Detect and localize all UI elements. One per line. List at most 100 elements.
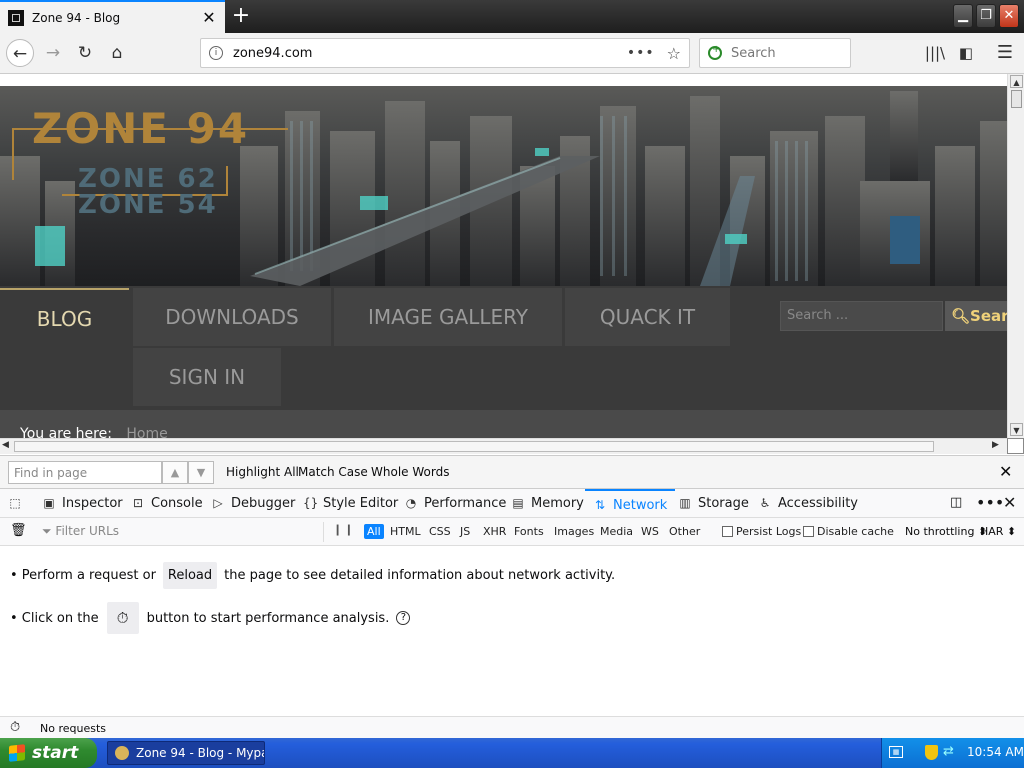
site-info-icon[interactable]: i (209, 46, 223, 60)
persist-logs-checkbox[interactable]: Persist Logs (722, 525, 801, 538)
checkbox-icon (803, 526, 814, 537)
site-navigation-menu: BLOG DOWNLOADS IMAGE GALLERY QUACK IT SI… (0, 286, 1007, 410)
filter-type-js[interactable]: JS (457, 524, 473, 539)
site-search-button[interactable]: 🔍︎Search (945, 301, 1007, 331)
whole-words-toggle[interactable]: Whole Words (371, 465, 449, 479)
site-search-input[interactable]: Search ... (780, 301, 943, 331)
magnifier-icon: 🔍︎ (951, 307, 971, 325)
nav-item-sign-in[interactable]: SIGN IN (133, 348, 281, 406)
scroll-right-arrow-icon[interactable]: ▶ (992, 440, 999, 450)
filter-type-media[interactable]: Media (597, 524, 636, 539)
site-logo-subtitle-2: ZONE 54 (78, 190, 218, 220)
filter-type-ws[interactable]: WS (638, 524, 662, 539)
inspector-icon: ▣ (43, 496, 55, 510)
close-find-bar-icon[interactable]: ✕ (999, 462, 1012, 481)
nav-item-downloads[interactable]: DOWNLOADS (133, 288, 331, 346)
library-icon[interactable]: |||\ (921, 39, 949, 67)
find-input[interactable]: Find in page (8, 461, 162, 484)
stopwatch-icon[interactable]: ⏱︎ (10, 720, 20, 735)
address-bar[interactable]: i zone94.com ••• ☆ (200, 38, 690, 68)
har-menu[interactable]: HAR ⬍ (980, 525, 1016, 538)
filter-type-css[interactable]: CSS (426, 524, 454, 539)
horizontal-scroll-thumb[interactable] (14, 441, 934, 452)
browser-tab-strip: Zone 94 - Blog ✕ + ▁ ❐ ✕ (0, 0, 1024, 33)
bookmark-star-icon[interactable]: ☆ (667, 44, 681, 63)
filter-type-xhr[interactable]: XHR (480, 524, 509, 539)
tab-performance-label: Performance (424, 496, 507, 511)
url-text[interactable]: zone94.com (233, 46, 627, 61)
tab-debugger[interactable]: ▷ Debugger (211, 489, 295, 518)
highlight-all-toggle[interactable]: Highlight All (226, 465, 299, 479)
tab-style-editor[interactable]: {} Style Editor (303, 489, 398, 518)
more-options-icon[interactable]: ••• (976, 489, 1004, 518)
browser-search-box[interactable]: Search (699, 38, 851, 68)
filter-type-fonts[interactable]: Fonts (511, 524, 547, 539)
page-actions-icon[interactable]: ••• (627, 45, 655, 61)
breadcrumb-home-link[interactable]: Home (126, 426, 167, 438)
forward-button[interactable]: → (39, 39, 67, 67)
filter-type-all[interactable]: All (364, 524, 384, 539)
element-picker-icon[interactable]: ⬚ (8, 489, 28, 518)
throttling-select[interactable]: No throttling ⬍ (905, 525, 987, 538)
find-next-button[interactable]: ▼ (188, 461, 214, 484)
taskbar-window-item[interactable]: Zone 94 - Blog - Mypal (107, 741, 265, 765)
scroll-down-arrow-icon[interactable]: ▼ (1010, 423, 1023, 436)
tab-zone94-blog[interactable]: Zone 94 - Blog ✕ (0, 0, 225, 33)
close-devtools-icon[interactable]: ✕ (1003, 489, 1016, 518)
clock[interactable]: 10:54 AM (967, 745, 1024, 759)
site-logo-title[interactable]: ZONE 94 (32, 104, 249, 153)
close-window-button[interactable]: ✕ (999, 4, 1019, 28)
back-button[interactable]: ← (6, 39, 34, 67)
performance-gauge-icon: ◔ (405, 496, 417, 510)
filter-type-html[interactable]: HTML (387, 524, 424, 539)
disable-cache-label: Disable cache (817, 525, 894, 538)
find-previous-button[interactable]: ▲ (162, 461, 188, 484)
nav-item-image-gallery[interactable]: IMAGE GALLERY (334, 288, 562, 346)
dock-toggle-icon[interactable]: ◫ (950, 489, 962, 518)
help-icon[interactable]: ? (396, 611, 411, 625)
scroll-up-arrow-icon[interactable]: ▲ (1010, 75, 1023, 88)
restore-window-button[interactable]: ❐ (976, 4, 996, 28)
vertical-scrollbar[interactable]: ▲ ▼ (1007, 74, 1024, 438)
pause-recording-icon[interactable]: ❙❙ (333, 523, 355, 536)
page-viewport: ZONE 94 ZONE 62 ZONE 54 BLOG DOWNLOADS I… (0, 74, 1024, 438)
filter-type-images[interactable]: Images (551, 524, 597, 539)
reload-button[interactable]: ↻ (71, 39, 99, 67)
security-shield-icon[interactable] (925, 745, 938, 760)
start-button[interactable]: start (0, 738, 97, 768)
home-button[interactable]: ⌂ (103, 39, 131, 67)
vertical-scroll-thumb[interactable] (1011, 90, 1022, 108)
close-tab-icon[interactable]: ✕ (201, 8, 217, 27)
scroll-left-arrow-icon[interactable]: ◀ (2, 440, 9, 450)
nav-item-quack-it[interactable]: QUACK IT (565, 288, 730, 346)
tab-performance[interactable]: ◔ Performance (404, 489, 507, 518)
match-case-toggle[interactable]: Match Case (298, 465, 368, 479)
reload-page-button[interactable]: Reload (162, 562, 218, 589)
tab-title: Zone 94 - Blog (32, 10, 121, 25)
filter-urls-input[interactable]: ⏷ Filter URLs (34, 522, 324, 542)
network-connection-icon[interactable]: ⇄ (943, 744, 954, 759)
tab-console[interactable]: ⊡ Console (131, 489, 203, 518)
site-favicon-icon (8, 9, 24, 26)
sidebar-toggle-icon[interactable]: ◧ (952, 39, 980, 67)
tab-inspector[interactable]: ▣ Inspector (42, 489, 122, 518)
tab-accessibility[interactable]: ♿︎ Accessibility (758, 489, 858, 518)
accessibility-icon: ♿︎ (759, 496, 771, 510)
tab-storage[interactable]: ▥ Storage (678, 489, 749, 518)
horizontal-scrollbar[interactable]: ◀ ▶ (0, 438, 1007, 454)
disable-cache-checkbox[interactable]: Disable cache (803, 525, 894, 538)
stopwatch-icon[interactable]: ⏱︎ (106, 602, 139, 634)
tab-network[interactable]: ⇅ Network (585, 489, 676, 518)
nav-item-blog[interactable]: BLOG (0, 288, 129, 346)
clear-requests-trash-icon[interactable]: 🗑︎ (10, 523, 27, 538)
hamburger-menu-icon[interactable]: ☰ (991, 39, 1019, 67)
network-toolbar: 🗑︎ ⏷ Filter URLs ❙❙ All HTML CSS JS XHR … (0, 518, 1024, 546)
tab-accessibility-label: Accessibility (778, 496, 858, 511)
keyboard-layout-icon[interactable]: ▦ (889, 746, 903, 758)
new-tab-button[interactable]: + (228, 4, 254, 30)
minimize-window-button[interactable]: ▁ (953, 4, 973, 28)
tab-memory[interactable]: ▤ Memory (511, 489, 584, 518)
filter-type-other[interactable]: Other (666, 524, 703, 539)
storage-icon: ▥ (679, 496, 691, 510)
reload-hint-prefix: • Perform a request or (10, 568, 156, 583)
